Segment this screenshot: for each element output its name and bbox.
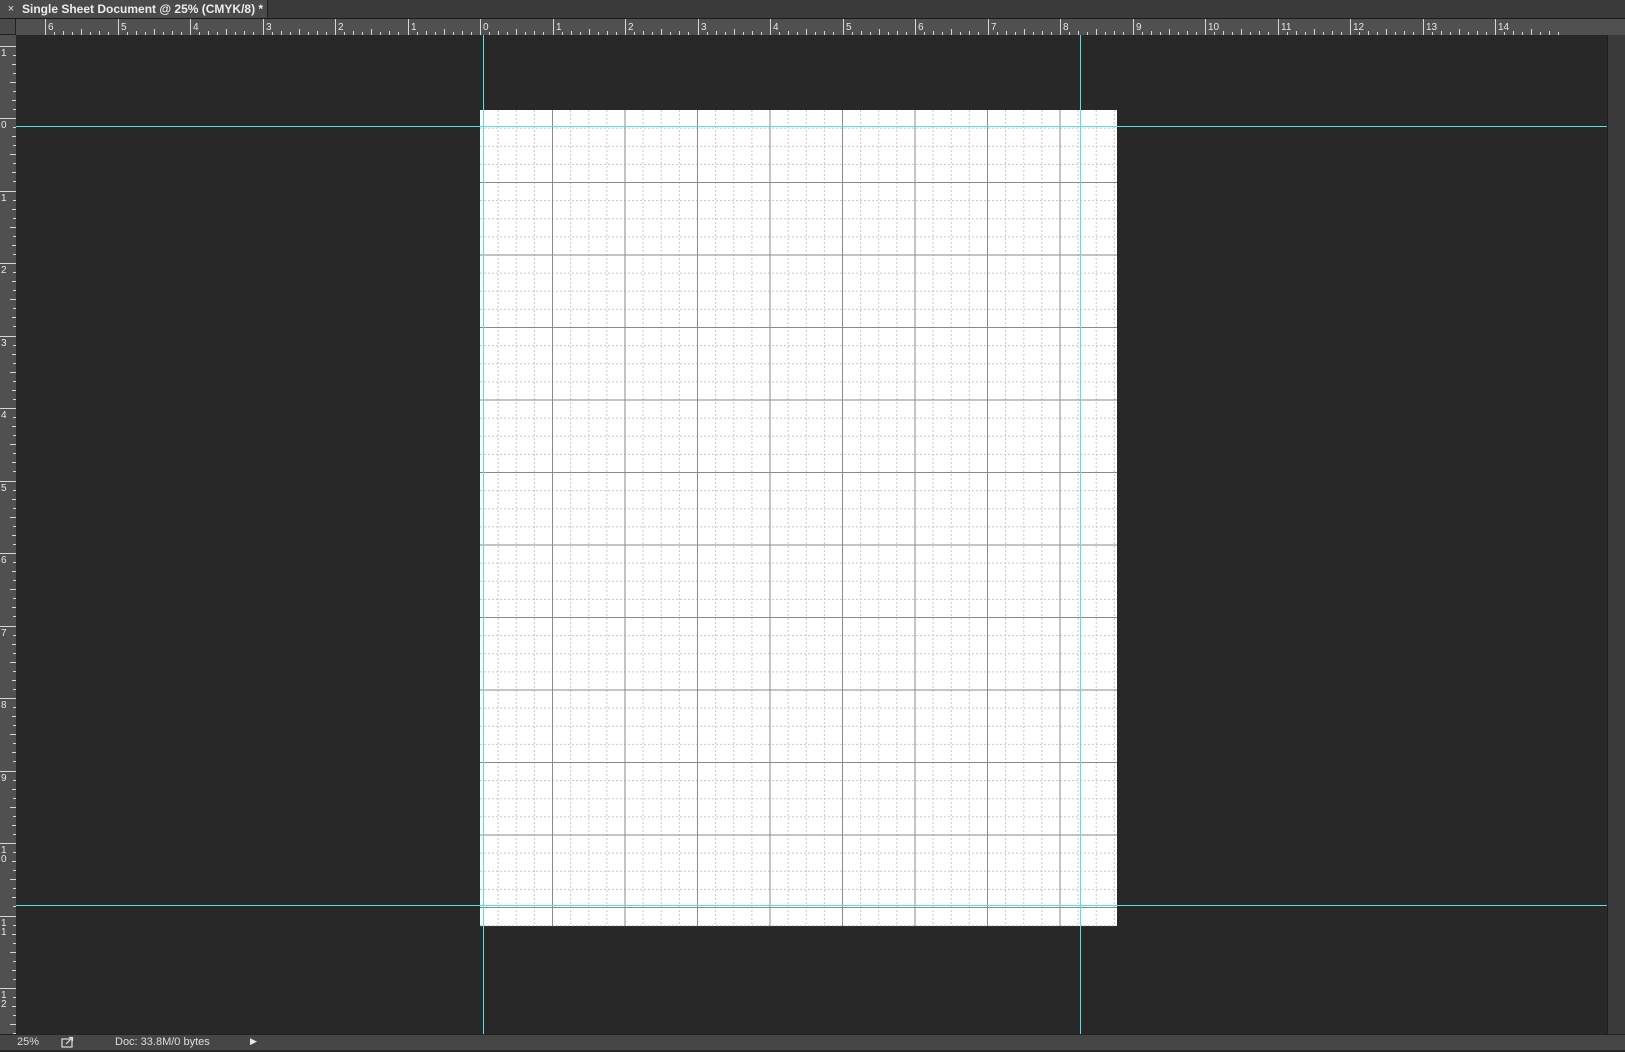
- ruler-label-h: 2: [628, 22, 634, 33]
- document-info: Doc: 33.8M/0 bytes: [115, 1036, 210, 1048]
- ruler-label-h: 5: [121, 22, 127, 33]
- ruler-label-h: 8: [1063, 22, 1069, 33]
- zoom-level[interactable]: 25%: [17, 1036, 39, 1048]
- ruler-label-v: 12: [1, 990, 7, 1010]
- ruler-label-h: 12: [1353, 22, 1365, 33]
- ruler-label-h: 6: [918, 22, 924, 33]
- ruler-label-v: 3: [1, 338, 7, 349]
- ruler-label-v: 11: [1, 918, 7, 938]
- ruler-label-v: 7: [1, 628, 7, 639]
- ruler-label-h: 1: [411, 22, 417, 33]
- ruler-label-v: 8: [1, 700, 7, 711]
- ruler-label-v: 5: [1, 483, 7, 494]
- ruler-label-h: 4: [193, 22, 199, 33]
- vertical-ruler[interactable]: 10123456789101112: [0, 35, 16, 1034]
- ruler-label-h: 13: [1426, 22, 1438, 33]
- ruler-label-h: 10: [1208, 22, 1220, 33]
- ruler-label-v: 10: [1, 845, 7, 865]
- vertical-scrollbar[interactable]: [1607, 35, 1625, 1034]
- ruler-label-h: 0: [483, 22, 489, 33]
- status-bar: 25% Doc: 33.8M/0 bytes ▶: [0, 1034, 1625, 1050]
- ruler-origin-corner[interactable]: [0, 19, 16, 35]
- horizontal-ruler[interactable]: 6 5 4 3 2 1 0 1 2 3 4 5 6 7 8 9 10 11 12 13 14: [16, 19, 1625, 35]
- ruler-label-v: 2: [1, 265, 7, 276]
- status-menu-arrow-icon[interactable]: ▶: [250, 1036, 257, 1047]
- ruler-label-v: 4: [1, 410, 7, 421]
- document-title: Single Sheet Document @ 25% (CMYK/8) *: [22, 2, 264, 16]
- document-page[interactable]: [480, 110, 1117, 926]
- ruler-label-h: 2: [338, 22, 344, 33]
- ruler-label-h: 14: [1498, 22, 1510, 33]
- canvas-area[interactable]: [16, 35, 1607, 1034]
- ruler-label-h: 7: [991, 22, 997, 33]
- ruler-label-v: 0: [1, 120, 7, 131]
- ruler-label-h: 5: [846, 22, 852, 33]
- ruler-label-v: 9: [1, 773, 7, 784]
- document-tab-bar: × Single Sheet Document @ 25% (CMYK/8) *: [0, 0, 1625, 19]
- share-icon[interactable]: [60, 1035, 76, 1049]
- ruler-label-h: 3: [266, 22, 272, 33]
- document-tab[interactable]: × Single Sheet Document @ 25% (CMYK/8) *: [0, 0, 268, 18]
- ruler-label-v: 1: [1, 193, 7, 204]
- ruler-label-h: 1: [556, 22, 562, 33]
- tab-close-icon[interactable]: ×: [4, 0, 18, 18]
- ruler-label-h: 6: [48, 22, 54, 33]
- ruler-label-v: 6: [1, 555, 7, 566]
- ruler-label-h: 4: [773, 22, 779, 33]
- ruler-label-h: 11: [1281, 22, 1292, 33]
- ruler-label-v: 1: [1, 48, 7, 59]
- ruler-label-h: 3: [701, 22, 707, 33]
- ruler-label-h: 9: [1136, 22, 1142, 33]
